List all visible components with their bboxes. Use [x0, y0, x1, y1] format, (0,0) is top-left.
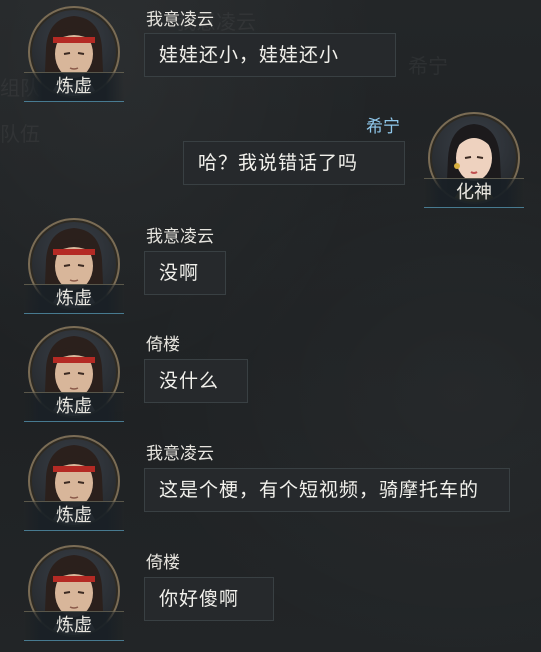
- message-bubble[interactable]: 这是个梗，有个短视频，骑摩托车的: [144, 468, 510, 512]
- message-bubble[interactable]: 没啊: [144, 251, 226, 295]
- background-ghost-text: 队伍: [0, 122, 40, 146]
- background-ghost-text: 希宁: [408, 54, 448, 78]
- message-bubble[interactable]: 哈？我说错话了吗: [183, 141, 405, 185]
- cultivation-rank: 炼虚: [24, 284, 124, 314]
- cultivation-rank: 炼虚: [24, 501, 124, 531]
- cultivation-rank: 炼虚: [24, 392, 124, 422]
- sender-name[interactable]: 希宁: [366, 112, 400, 137]
- player-avatar[interactable]: 炼虚: [24, 545, 124, 645]
- message-bubble[interactable]: 你好傻啊: [144, 577, 274, 621]
- player-avatar[interactable]: 炼虚: [24, 218, 124, 318]
- sender-name[interactable]: 我意凌云: [146, 439, 214, 464]
- sender-name[interactable]: 倚楼: [146, 330, 180, 355]
- cultivation-rank: 炼虚: [24, 72, 124, 102]
- message-bubble[interactable]: 娃娃还小，娃娃还小: [144, 33, 396, 77]
- player-avatar[interactable]: 化神: [424, 112, 524, 212]
- cultivation-rank: 化神: [424, 178, 524, 208]
- player-avatar[interactable]: 炼虚: [24, 6, 124, 106]
- player-avatar[interactable]: 炼虚: [24, 326, 124, 426]
- player-avatar[interactable]: 炼虚: [24, 435, 124, 535]
- sender-name[interactable]: 倚楼: [146, 548, 180, 573]
- sender-name[interactable]: 我意凌云: [146, 222, 214, 247]
- sender-name[interactable]: 我意凌云: [146, 5, 214, 30]
- cultivation-rank: 炼虚: [24, 611, 124, 641]
- message-bubble[interactable]: 没什么: [144, 359, 248, 403]
